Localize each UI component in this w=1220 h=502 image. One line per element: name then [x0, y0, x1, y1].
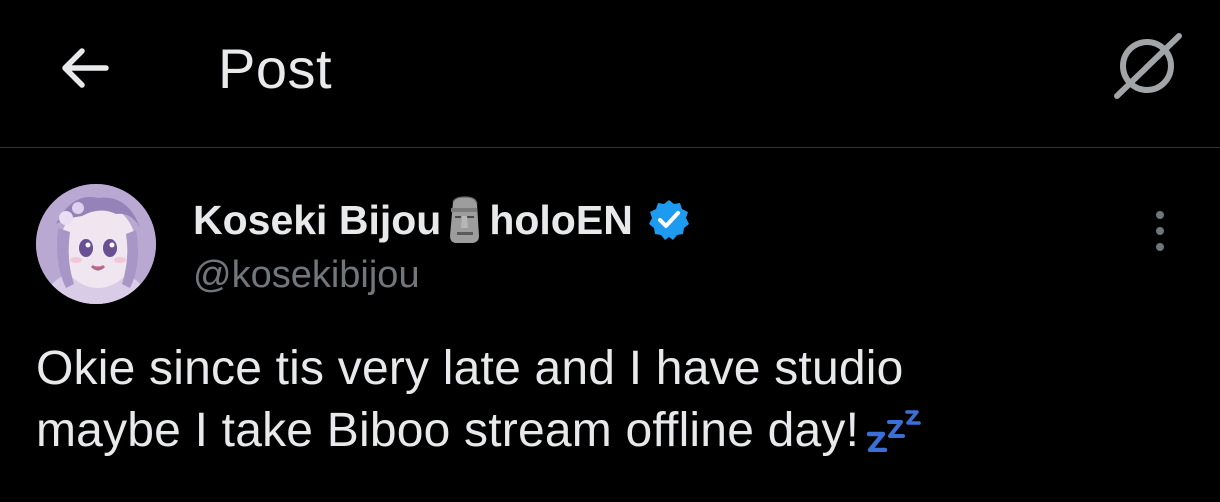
page-title: Post [218, 37, 333, 100]
avatar[interactable] [36, 184, 156, 304]
avatar-image [36, 184, 156, 304]
moai-emoji-icon [450, 196, 480, 243]
zzz-emoji-icon [866, 410, 921, 452]
top-bar: Post [0, 0, 1220, 148]
arrow-left-icon [62, 48, 109, 88]
grok-button[interactable] [1106, 28, 1188, 102]
author-name-suffix: holoEN [489, 196, 633, 243]
more-vertical-icon [1156, 211, 1164, 251]
grok-icon [1114, 33, 1182, 99]
post-text-line-1: Okie since tis very late and I have stud… [36, 342, 904, 395]
post-text: Okie since tis very late and I have stud… [36, 338, 1196, 462]
post-text-line-2: maybe I take Biboo stream offline day! [36, 400, 1196, 462]
author-name: Koseki Bijou [193, 196, 442, 243]
author-handle[interactable]: @kosekibijou [193, 250, 420, 300]
back-button[interactable] [48, 34, 120, 102]
more-options-button[interactable] [1140, 204, 1180, 258]
post: Koseki Bijou holoEN @kosekibijou Okie si… [0, 148, 1220, 502]
verified-badge-icon [648, 200, 689, 240]
author-name-row[interactable]: Koseki Bijou holoEN [193, 192, 691, 248]
post-text-line-2-content: maybe I take Biboo stream offline day! [36, 404, 860, 457]
